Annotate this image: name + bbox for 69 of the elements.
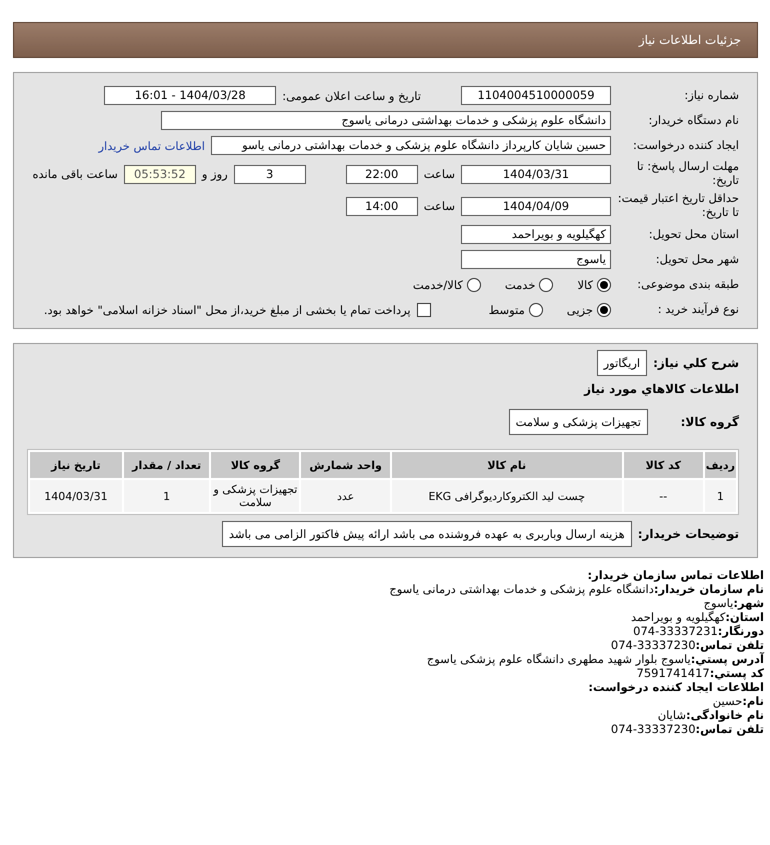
radio-button[interactable] (539, 278, 554, 292)
contact-line: شهر:یاسوج (702, 596, 764, 610)
time-label: ساعت (424, 199, 455, 213)
checkbox[interactable] (416, 302, 431, 316)
column-header: ردیف (704, 452, 736, 478)
days-label: روز و (202, 167, 228, 181)
notes-field: هزینه ارسال وباربری به عهده فروشنده می باشد ارائه پیش فاکتور الزامی می باشد (222, 521, 632, 547)
table-cell: -- (624, 480, 703, 512)
contact-line: اطلاعات ایجاد کننده درخواست: (587, 680, 764, 694)
field-label: شرح کلي نیاز: (653, 356, 739, 370)
radio-button[interactable] (528, 302, 543, 316)
contact-line: نام:حسین (712, 694, 764, 708)
radio-option[interactable]: کالا (577, 278, 611, 292)
city-field: یاسوج (461, 250, 611, 269)
column-header: نام کالا (392, 452, 622, 478)
field-label: نام دستگاه خریدار: (647, 114, 739, 128)
column-header: واحد شمارش (301, 452, 390, 478)
contact-line: نام سازمان خریدار:دانشگاه علوم پزشکی و خدمات بهداشتی درمانی یاسوج (388, 582, 764, 596)
summary-field: اریگاتور (596, 350, 648, 376)
field-label: ایجاد کننده درخواست: (632, 138, 739, 152)
radio-option[interactable]: متوسط (488, 302, 543, 316)
radio-option[interactable]: خدمت (504, 278, 554, 292)
field-label: تاریخ و ساعت اعلان عمومی: (282, 88, 421, 102)
deadline-time-field: 22:00 (346, 164, 418, 184)
field-label: مهلت ارسال پاسخ: تا تاریخ: (636, 160, 739, 188)
time-label: ساعت (424, 167, 455, 181)
column-header: تعداد / مقدار (124, 452, 210, 478)
field-label: گروه کالا: (680, 415, 739, 429)
contact-line: نام خانوادگی:شایان (656, 708, 764, 722)
field-label: شماره نیاز: (683, 88, 739, 102)
field-label: استان محل تحویل: (648, 228, 739, 242)
table-cell: 1 (704, 480, 736, 512)
checkbox-label: پرداخت تمام یا بخشی از مبلغ خرید،از محل "اسناد خزانه اسلامی" خواهد بود. (44, 302, 411, 316)
contact-line: اطلاعات تماس سازمان خریدار: (586, 568, 764, 582)
column-header: تاریخ نیاز (30, 452, 122, 478)
radio-option[interactable]: جزیی (566, 302, 611, 316)
section-title: اطلاعات کالاهاي مورد نیاز (584, 382, 739, 396)
province-field: کهگیلویه و بویراحمد (461, 225, 611, 244)
table-cell: 1 (124, 480, 210, 512)
field-label: طبقه بندی موضوعی: (636, 278, 739, 292)
table-cell: تجهیزات پزشکی و سلامت (211, 480, 300, 512)
column-header: گروه کالا (211, 452, 300, 478)
field-label: شهر محل تحویل: (654, 252, 739, 266)
goods-group-field: تجهیزات پزشکی و سلامت (508, 409, 648, 435)
contact-line: استان:کهگیلویه و بویراحمد (630, 610, 764, 624)
announce-date-field: 1404/03/28 - 16:01 (104, 86, 276, 105)
page-title: جزئیات اطلاعات نیاز (638, 33, 741, 47)
need-number-field: 1104004510000059 (461, 86, 611, 105)
field-label: توضیحات خریدار: (638, 527, 739, 541)
field-label: حداقل تاریخ اعتبار قیمت: تا تاریخ: (617, 192, 739, 220)
radio-button[interactable] (597, 278, 611, 292)
remaining-time-field: 05:53:52 (124, 164, 196, 184)
table-cell: 1404/03/31 (30, 480, 122, 512)
remaining-label: ساعت باقی مانده (32, 167, 118, 181)
radio-option[interactable]: کالا/خدمت (412, 278, 481, 292)
deadline-date-field: 1404/03/31 (461, 164, 611, 184)
buyer-field: دانشگاه علوم پزشکی و خدمات بهداشتی درمانی یاسوج (161, 111, 611, 130)
days-field: 3 (234, 164, 306, 184)
table-cell: عدد (301, 480, 390, 512)
radio-button[interactable] (597, 302, 611, 316)
contact-line: آدرس پستي:یاسوج بلوار شهید مطهری دانشگاه علوم پزشکی یاسوج (426, 652, 764, 666)
validity-date-field: 1404/04/09 (461, 196, 611, 216)
validity-time-field: 14:00 (346, 196, 418, 216)
creator-field: حسین شایان کارپرداز دانشگاه علوم پزشکی و خدمات بهداشتی درمانی یاسو (211, 136, 611, 155)
column-header: کد کالا (624, 452, 703, 478)
buyer-contact-link[interactable]: اطلاعات تماس خریدار (98, 138, 205, 152)
table-cell: چست لید الکتروکاردیوگرافی EKG (392, 480, 622, 512)
field-label: نوع فرآیند خرید : (656, 302, 739, 316)
radio-button[interactable] (466, 278, 481, 292)
